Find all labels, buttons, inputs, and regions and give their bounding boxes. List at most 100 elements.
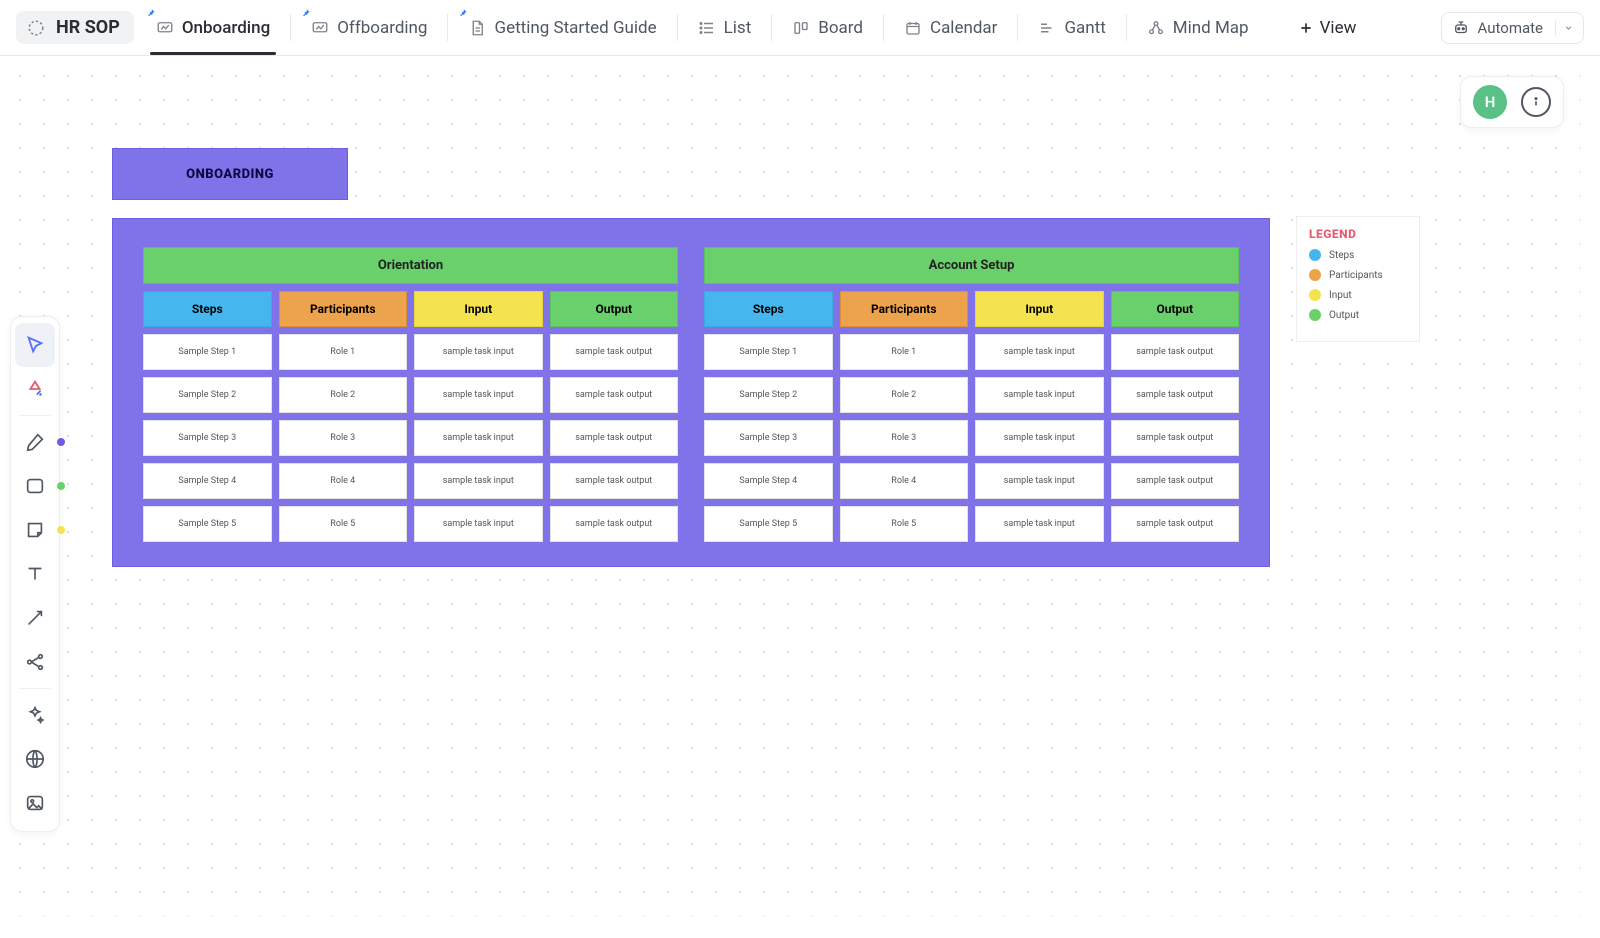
- cell-input[interactable]: sample task input: [414, 377, 543, 413]
- col-header-input[interactable]: Input: [975, 291, 1104, 327]
- topbar: HR SOP OnboardingOffboarding Getting Star…: [0, 0, 1600, 56]
- cell-role[interactable]: Role 1: [279, 334, 408, 370]
- cell-output[interactable]: sample task output: [1111, 506, 1240, 542]
- cell-input[interactable]: sample task input: [414, 506, 543, 542]
- cell-step[interactable]: Sample Step 2: [704, 377, 833, 413]
- cell-role[interactable]: Role 3: [840, 420, 969, 456]
- cell-role[interactable]: Role 1: [840, 334, 969, 370]
- tab-onboarding[interactable]: Onboarding: [140, 0, 286, 55]
- cell-step[interactable]: Sample Step 1: [704, 334, 833, 370]
- legend-card[interactable]: LEGEND StepsParticipantsInputOutput: [1296, 216, 1420, 342]
- cell-step[interactable]: Sample Step 3: [704, 420, 833, 456]
- whiteboard-canvas[interactable]: H: [0, 56, 1600, 938]
- legend-dot: [1309, 249, 1321, 261]
- cell-output[interactable]: sample task output: [1111, 420, 1240, 456]
- cell-role[interactable]: Role 4: [840, 463, 969, 499]
- col-header-input[interactable]: Input: [414, 291, 543, 327]
- chevron-down-icon[interactable]: [1555, 21, 1573, 35]
- doc-icon: [468, 19, 486, 37]
- legend-dot: [1309, 289, 1321, 301]
- cell-output[interactable]: sample task output: [550, 506, 679, 542]
- left-toolbox: [10, 316, 60, 832]
- cell-input[interactable]: sample task input: [414, 420, 543, 456]
- cell-step[interactable]: Sample Step 4: [704, 463, 833, 499]
- cell-input[interactable]: sample task input: [414, 334, 543, 370]
- pin-icon: [301, 8, 311, 18]
- cell-step[interactable]: Sample Step 5: [143, 506, 272, 542]
- tool-text[interactable]: [15, 552, 55, 596]
- tool-connector[interactable]: [15, 596, 55, 640]
- cell-step[interactable]: Sample Step 2: [143, 377, 272, 413]
- col-header-steps[interactable]: Steps: [704, 291, 833, 327]
- board-panel[interactable]: OrientationStepsParticipantsInputOutputS…: [112, 218, 1270, 567]
- space-title-chip[interactable]: HR SOP: [16, 11, 134, 44]
- legend-label: Participants: [1329, 270, 1383, 281]
- cell-step[interactable]: Sample Step 1: [143, 334, 272, 370]
- tool-relationship[interactable]: [15, 640, 55, 684]
- cell-role[interactable]: Role 5: [279, 506, 408, 542]
- cell-role[interactable]: Role 4: [279, 463, 408, 499]
- legend-item: Participants: [1309, 269, 1407, 281]
- cell-output[interactable]: sample task output: [550, 463, 679, 499]
- tool-web-embed[interactable]: [15, 737, 55, 781]
- tab-calendar[interactable]: Calendar: [888, 0, 1013, 55]
- cell-input[interactable]: sample task input: [975, 463, 1104, 499]
- group-title[interactable]: Orientation: [143, 247, 678, 284]
- tab-label: Getting Started Guide: [494, 18, 656, 38]
- tab-label: Board: [818, 18, 863, 38]
- tab-offboarding[interactable]: Offboarding: [295, 0, 443, 55]
- toolbox-separator: [19, 688, 51, 689]
- add-view-button[interactable]: View: [1286, 18, 1369, 38]
- group-title[interactable]: Account Setup: [704, 247, 1239, 284]
- cell-output[interactable]: sample task output: [550, 420, 679, 456]
- cell-step[interactable]: Sample Step 3: [143, 420, 272, 456]
- tool-ai[interactable]: [15, 693, 55, 737]
- cell-role[interactable]: Role 3: [279, 420, 408, 456]
- whiteboard-icon: [311, 19, 329, 37]
- cell-step[interactable]: Sample Step 5: [704, 506, 833, 542]
- cell-output[interactable]: sample task output: [550, 377, 679, 413]
- cell-output[interactable]: sample task output: [1111, 377, 1240, 413]
- cell-role[interactable]: Role 2: [840, 377, 969, 413]
- cell-input[interactable]: sample task input: [414, 463, 543, 499]
- tab-mind-map[interactable]: Mind Map: [1131, 0, 1265, 55]
- table-row: Sample Step 3Role 3sample task inputsamp…: [143, 420, 678, 456]
- tab-label: List: [724, 18, 752, 38]
- board-title-block[interactable]: ONBOARDING: [112, 148, 348, 200]
- cell-role[interactable]: Role 5: [840, 506, 969, 542]
- cell-input[interactable]: sample task input: [975, 377, 1104, 413]
- tool-image[interactable]: [15, 781, 55, 825]
- cell-role[interactable]: Role 2: [279, 377, 408, 413]
- automate-button[interactable]: Automate: [1441, 12, 1584, 44]
- cell-input[interactable]: sample task input: [975, 506, 1104, 542]
- cell-output[interactable]: sample task output: [1111, 463, 1240, 499]
- info-button[interactable]: [1521, 87, 1551, 117]
- user-avatar[interactable]: H: [1473, 85, 1507, 119]
- legend-label: Steps: [1329, 250, 1354, 261]
- cell-input[interactable]: sample task input: [975, 420, 1104, 456]
- col-header-participants[interactable]: Participants: [840, 291, 969, 327]
- legend-item: Output: [1309, 309, 1407, 321]
- tool-pen[interactable]: [15, 420, 55, 464]
- tool-shapes-generate[interactable]: [15, 367, 55, 411]
- col-header-output[interactable]: Output: [1111, 291, 1240, 327]
- tool-color-dot: [57, 438, 65, 446]
- cell-output[interactable]: sample task output: [1111, 334, 1240, 370]
- gantt-icon: [1038, 19, 1056, 37]
- tab-list[interactable]: List: [682, 0, 768, 55]
- tab-gantt[interactable]: Gantt: [1022, 0, 1121, 55]
- col-header-steps[interactable]: Steps: [143, 291, 272, 327]
- tool-rectangle[interactable]: [15, 464, 55, 508]
- col-header-participants[interactable]: Participants: [279, 291, 408, 327]
- tab-board[interactable]: Board: [776, 0, 879, 55]
- cell-input[interactable]: sample task input: [975, 334, 1104, 370]
- legend-dot: [1309, 309, 1321, 321]
- tab-getting-started-guide[interactable]: Getting Started Guide: [452, 0, 672, 55]
- header-row: StepsParticipantsInputOutput: [143, 291, 678, 327]
- tool-select[interactable]: [15, 323, 55, 367]
- table-row: Sample Step 2Role 2sample task inputsamp…: [704, 377, 1239, 413]
- cell-step[interactable]: Sample Step 4: [143, 463, 272, 499]
- tool-sticky-note[interactable]: [15, 508, 55, 552]
- cell-output[interactable]: sample task output: [550, 334, 679, 370]
- col-header-output[interactable]: Output: [550, 291, 679, 327]
